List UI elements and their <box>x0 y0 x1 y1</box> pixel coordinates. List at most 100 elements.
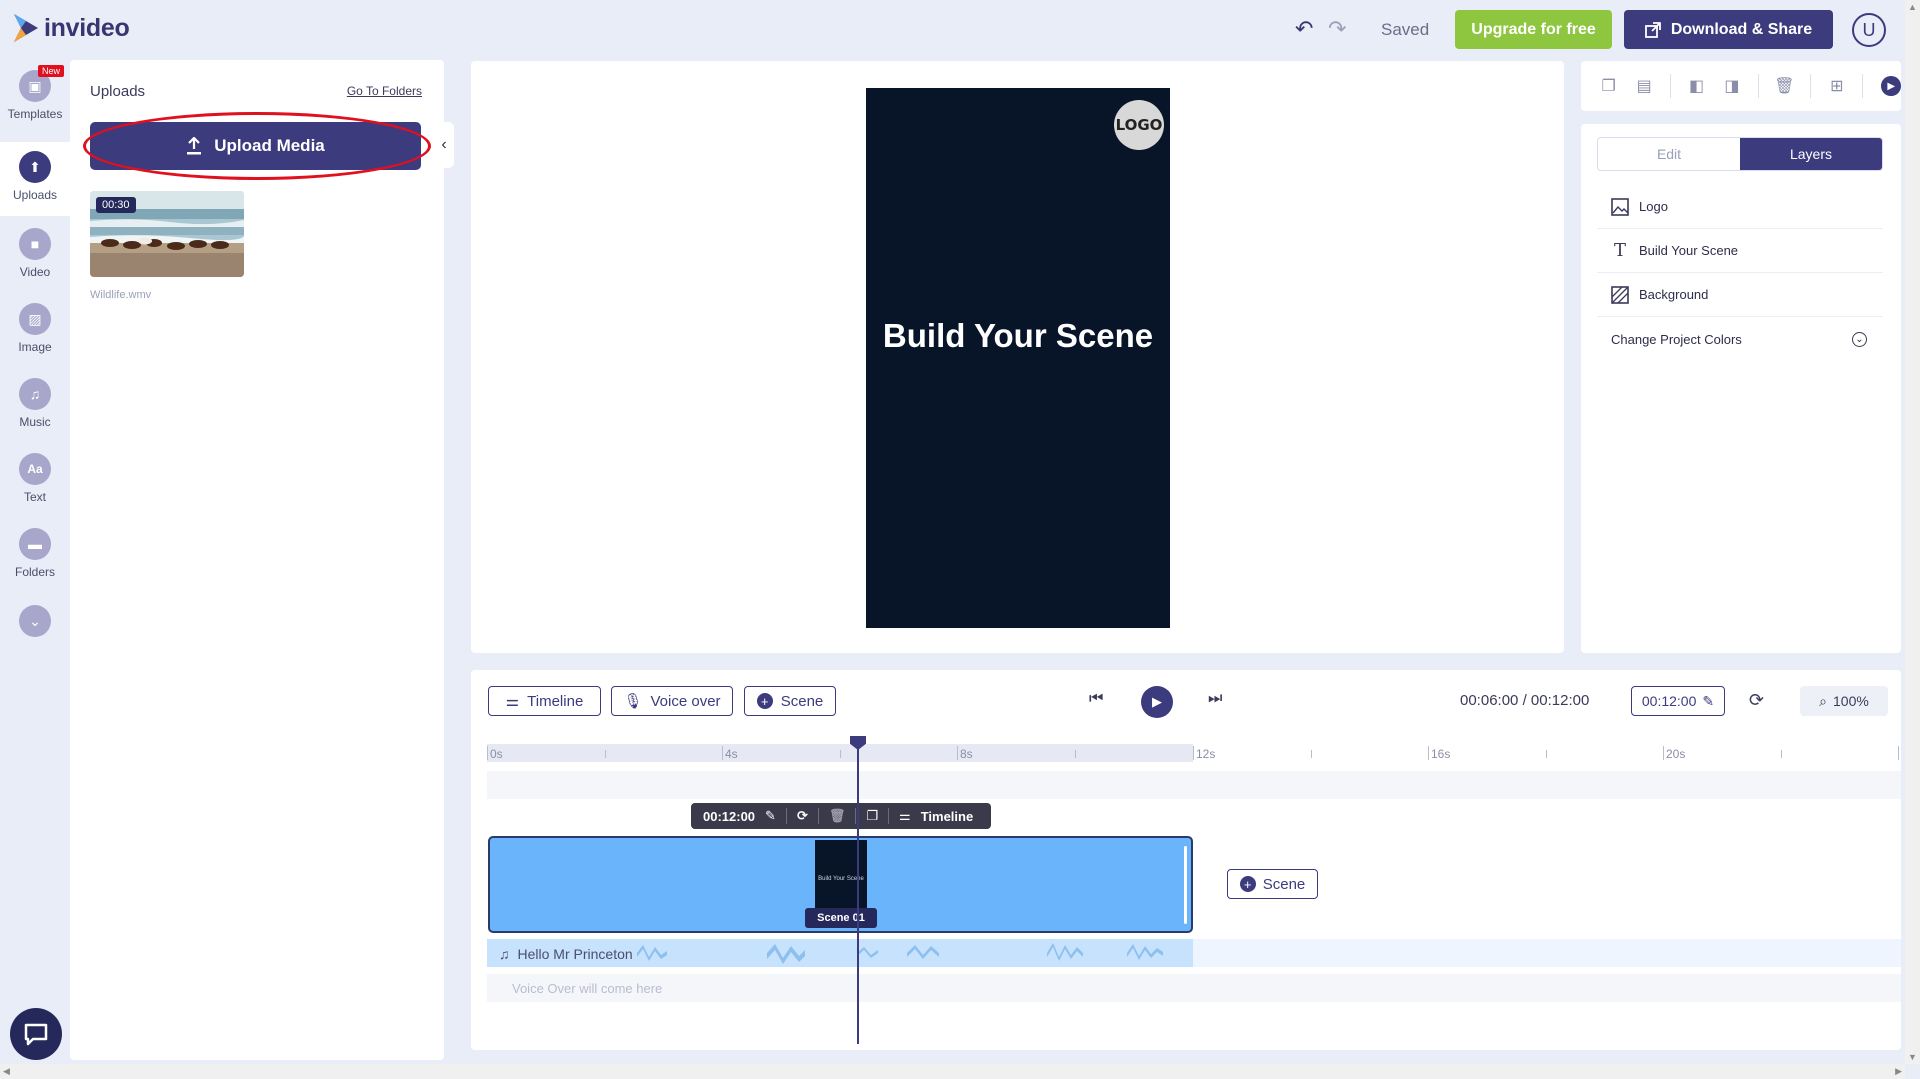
sliders-icon[interactable]: ⚌ <box>899 808 911 824</box>
uploads-panel: Uploads Go To Folders Upload Media 00:30… <box>70 60 444 1060</box>
panel-title: Uploads <box>90 83 146 100</box>
new-badge: New <box>38 65 65 77</box>
text-icon: T <box>1613 240 1626 261</box>
ruler-label: 0s <box>490 747 503 761</box>
scroll-right-icon[interactable]: ▶ <box>1895 1066 1902 1077</box>
chat-button[interactable] <box>10 1008 62 1060</box>
rail-more-button[interactable]: ⌄ <box>0 597 70 669</box>
undo-icon[interactable]: ↶ <box>1295 18 1317 40</box>
skip-back-icon[interactable]: ⏮ <box>1089 690 1103 708</box>
voice-over-track[interactable]: Voice Over will come here <box>487 974 1901 1002</box>
play-button[interactable]: ▶ <box>1141 686 1173 718</box>
upload-icon: ⬆ <box>19 151 51 183</box>
divider <box>1810 74 1812 98</box>
layer-item-logo[interactable]: Logo <box>1597 185 1883 229</box>
scroll-up-icon[interactable]: ▲ <box>1908 2 1917 12</box>
scene-toolbar: 00:12:00 ✎ ⟳ 🗑 ❐ ⚌ Timeline <box>691 803 991 829</box>
speed-icon[interactable]: ⟳ <box>797 808 808 824</box>
bring-forward-icon[interactable]: ◧ <box>1683 72 1710 100</box>
play-icon[interactable]: ▶ <box>1881 76 1902 96</box>
canvas-logo[interactable]: LOGO <box>1114 100 1164 150</box>
rail-item-label: Text <box>23 490 46 504</box>
media-thumbnail[interactable]: 00:30 <box>90 191 244 277</box>
background-icon <box>1611 285 1629 304</box>
zoom-level: 100% <box>1833 693 1869 709</box>
playhead[interactable] <box>857 742 859 1044</box>
duplicate-icon[interactable]: ❐ <box>1595 72 1622 100</box>
zoom-control[interactable]: ⌕ 100% <box>1800 686 1888 716</box>
skip-forward-icon[interactable]: ⏭ <box>1208 690 1222 708</box>
upload-media-button[interactable]: Upload Media <box>90 122 421 170</box>
download-share-button[interactable]: Download & Share <box>1624 10 1833 49</box>
scene-clip[interactable]: Build Your Scene Scene 01 <box>488 836 1193 933</box>
avatar[interactable]: U <box>1852 13 1886 47</box>
layer-label: Background <box>1639 287 1709 302</box>
rail-item-uploads[interactable]: ⬆ Uploads <box>0 142 70 216</box>
divider <box>1862 74 1864 98</box>
ruler-label: 4s <box>725 747 738 761</box>
redo-icon[interactable]: ↷ <box>1328 18 1350 40</box>
grid-icon[interactable]: ⊞ <box>1823 72 1850 100</box>
add-scene-button[interactable]: + Scene <box>1227 869 1318 899</box>
video-icon: ■ <box>19 228 51 260</box>
layer-item-build-your-scene[interactable]: T Build Your Scene <box>1597 229 1883 273</box>
ruler-tick <box>1311 750 1312 758</box>
layer-item-background[interactable]: Background <box>1597 273 1883 317</box>
add-scene-top-button[interactable]: + Scene <box>744 686 836 716</box>
zoom-icon: ⌕ <box>1819 692 1828 709</box>
rail-item-templates[interactable]: ▣ New Templates <box>0 60 70 132</box>
send-backward-icon[interactable]: ◨ <box>1718 72 1745 100</box>
app-logo[interactable]: invideo <box>12 12 130 44</box>
rail-item-label: Folders <box>14 565 55 579</box>
pencil-icon[interactable]: ✎ <box>765 808 776 824</box>
tab-edit[interactable]: Edit <box>1598 138 1740 170</box>
canvas-title[interactable]: Build Your Scene <box>866 313 1170 358</box>
video-canvas[interactable]: LOGO Build Your Scene <box>866 88 1170 628</box>
scroll-left-icon[interactable]: ◀ <box>3 1066 10 1077</box>
tab-layers[interactable]: Layers <box>1740 138 1882 170</box>
ruler-label: 16s <box>1431 747 1451 761</box>
rail-item-label: Music <box>19 415 51 429</box>
timeline-button-label: Timeline <box>527 692 584 710</box>
upgrade-button[interactable]: Upgrade for free <box>1455 10 1612 49</box>
speed-icon[interactable]: ⟳ <box>1749 690 1764 711</box>
audio-track[interactable]: ♫ Hello Mr Princeton <box>487 939 1901 967</box>
overlay-track[interactable] <box>487 771 1901 799</box>
trash-icon[interactable]: 🗑 <box>829 808 846 824</box>
rail-item-video[interactable]: ■ Video <box>0 222 70 294</box>
change-project-colors[interactable]: Change Project Colors ⌄ <box>1611 332 1867 347</box>
image-icon: ▨ <box>19 303 51 335</box>
rail-item-label: Video <box>19 265 51 279</box>
divider <box>1669 74 1671 98</box>
paste-icon[interactable]: ▤ <box>1630 72 1657 100</box>
ruler-label: 12s <box>1196 747 1216 761</box>
image-icon <box>1611 197 1629 216</box>
collapse-panel-button[interactable]: ‹ <box>434 122 454 168</box>
chat-icon <box>24 1023 48 1046</box>
duplicate-icon[interactable]: ❐ <box>866 808 878 824</box>
rail-item-music[interactable]: ♫ Music <box>0 372 70 444</box>
resize-handle[interactable] <box>1184 846 1187 924</box>
preview-area: LOGO Build Your Scene <box>471 61 1564 653</box>
layer-label: Logo <box>1639 199 1668 214</box>
scroll-down-icon[interactable]: ▼ <box>1908 1052 1917 1062</box>
ruler-tick <box>1546 750 1547 758</box>
duration-edit-button[interactable]: 00:12:00 ✎ <box>1631 686 1725 716</box>
play-icon: ▶ <box>1152 694 1162 709</box>
rail-item-folders[interactable]: ▬ Folders <box>0 522 70 594</box>
time-ruler[interactable]: 0s 4s 8s 12s 16s 20s <box>487 744 1901 762</box>
scene-thumbnail-text: Build Your Scene <box>818 876 864 882</box>
rail-item-text[interactable]: Aa Text <box>0 447 70 519</box>
scene-duration[interactable]: 00:12:00 <box>703 809 755 824</box>
horizontal-scrollbar[interactable]: ◀ ▶ <box>0 1064 1905 1079</box>
vertical-scrollbar[interactable]: ▲ ▼ <box>1905 0 1920 1064</box>
voice-over-button[interactable]: 🎙 Voice over <box>611 686 733 716</box>
rail-item-image[interactable]: ▨ Image <box>0 297 70 369</box>
trash-icon[interactable]: 🗑 <box>1771 72 1798 100</box>
go-to-folders-link[interactable]: Go To Folders <box>347 84 422 98</box>
timeline-button[interactable]: ⚌ Timeline <box>488 686 601 716</box>
scene-timeline-label[interactable]: Timeline <box>921 809 974 824</box>
audio-clip[interactable]: ♫ Hello Mr Princeton <box>487 939 1193 967</box>
media-filename: Wildlife.wmv <box>90 289 152 301</box>
chevron-left-icon: ‹ <box>441 136 447 153</box>
